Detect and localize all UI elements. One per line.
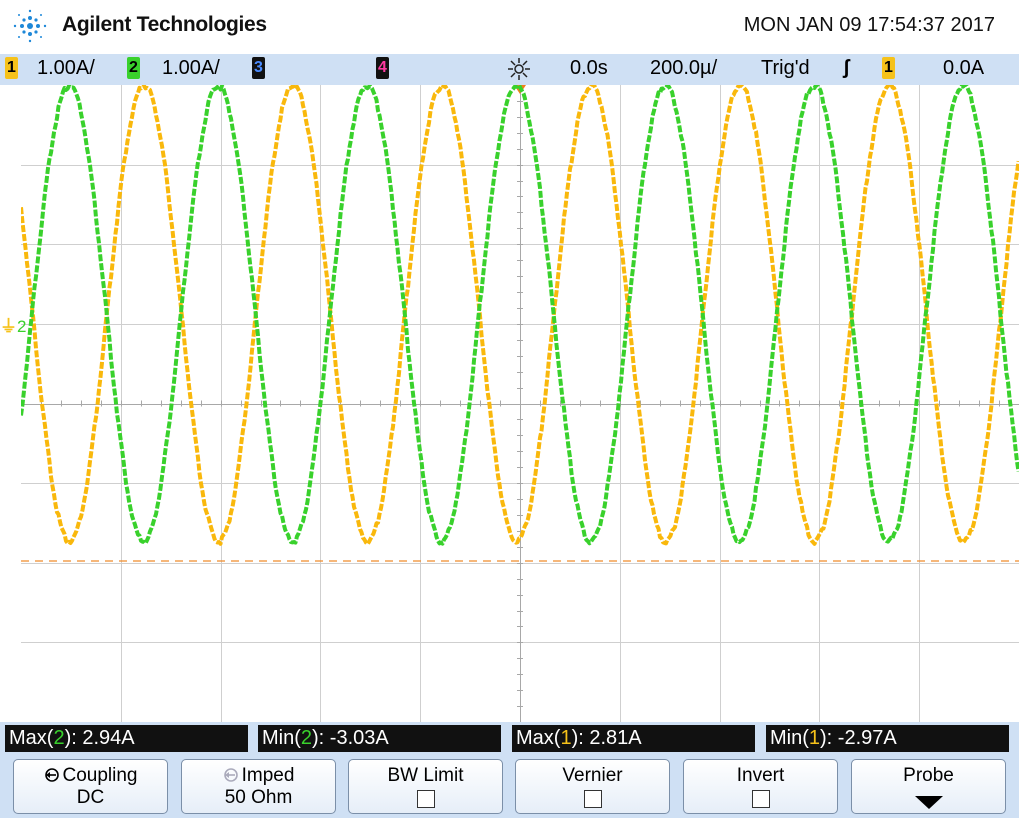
date-time: MON JAN 09 17:54:37 2017 [743, 14, 995, 36]
down-arrow-icon [914, 796, 943, 809]
invert-button[interactable]: Invert [683, 759, 838, 814]
impedance-label: Imped [241, 765, 295, 786]
brand-title: Agilent Technologies [62, 13, 267, 36]
rotate-arrow-icon [223, 768, 238, 782]
vernier-label: Vernier [562, 765, 623, 786]
trigger-status: Trig'd [761, 57, 810, 79]
impedance-button[interactable]: Imped 50 Ohm [181, 759, 336, 814]
channel-1-scale: 1.00A/ [37, 57, 95, 79]
channel-status-bar: 1 1.00A/ 2 1.00A/ 3 4 0.0s 200.0µ/ Trig'… [0, 54, 1019, 85]
trigger-source-badge[interactable]: 1 [882, 57, 895, 79]
trigger-level: 0.0A [943, 57, 985, 79]
agilent-spark-logo [13, 9, 47, 43]
measurement-max-ch1[interactable]: Max(1): 2.81A [512, 725, 755, 752]
softkey-bar: Coupling DC Imped 50 Ohm BW Limit Vernie… [0, 756, 1019, 818]
bw-limit-checkbox[interactable] [416, 790, 435, 808]
time-delay: 0.0s [570, 57, 608, 79]
measurement-min-ch1[interactable]: Min(1): -2.97A [766, 725, 1009, 752]
channel-1-badge[interactable]: 1 [5, 57, 18, 79]
probe-label: Probe [903, 765, 954, 786]
measurement-min-ch2[interactable]: Min(2): -3.03A [258, 725, 501, 752]
coupling-button[interactable]: Coupling DC [13, 759, 168, 814]
impedance-value: 50 Ohm [224, 787, 293, 808]
measurement-max-ch2[interactable]: Max(2): 2.94A [5, 725, 248, 752]
trigger-sun-icon [508, 58, 530, 80]
timebase-scale: 200.0µ/ [650, 57, 718, 79]
channel-2-badge[interactable]: 2 [127, 57, 140, 79]
ground-marker-label: 2 [17, 317, 27, 336]
graticule [21, 85, 1019, 722]
trigger-edge-icon: ʃ [843, 57, 850, 79]
coupling-value: DC [76, 787, 105, 808]
waveform-display[interactable] [21, 85, 1019, 722]
channel-2-ground-marker[interactable]: ⏚2 [0, 312, 26, 337]
coupling-label: Coupling [62, 765, 138, 786]
rotate-arrow-icon [44, 768, 59, 782]
vernier-checkbox[interactable] [583, 790, 602, 808]
header-bar: Agilent Technologies MON JAN 09 17:54:37… [0, 0, 1019, 54]
invert-checkbox[interactable] [751, 790, 770, 808]
bw-limit-button[interactable]: BW Limit [348, 759, 503, 814]
invert-label: Invert [736, 765, 785, 786]
channel-4-badge[interactable]: 4 [376, 57, 389, 79]
measurement-bar: Max(2): 2.94A Min(2): -3.03A Max(1): 2.8… [0, 722, 1019, 756]
probe-button[interactable]: Probe [851, 759, 1006, 814]
vernier-button[interactable]: Vernier [515, 759, 670, 814]
channel-3-badge[interactable]: 3 [252, 57, 265, 79]
bw-limit-label: BW Limit [387, 765, 464, 786]
channel-2-scale: 1.00A/ [162, 57, 220, 79]
